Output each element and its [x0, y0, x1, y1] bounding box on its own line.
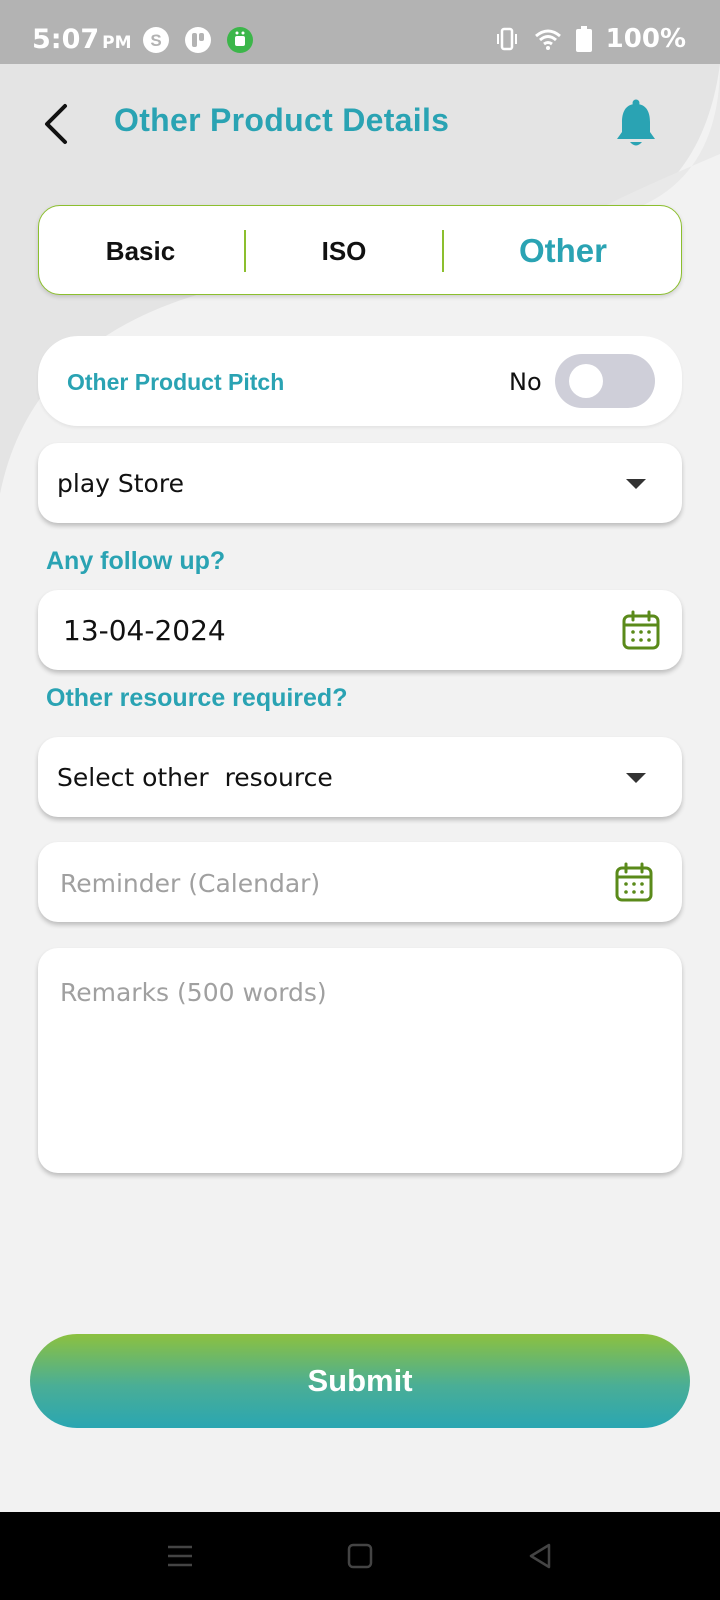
chevron-down-icon: [626, 773, 646, 783]
tab-other-label: Other: [518, 232, 607, 269]
battery-icon: [575, 26, 592, 52]
square-icon: [347, 1543, 373, 1569]
resource-label: Other resource required?: [46, 684, 348, 712]
resource-dropdown-value: Select other resource: [57, 763, 333, 792]
header: Other Product Details: [0, 64, 720, 184]
calendar-icon[interactable]: [615, 862, 653, 902]
remarks-textarea[interactable]: Remarks (500 words): [38, 948, 682, 1173]
submit-label: Submit: [307, 1363, 413, 1398]
chevron-down-icon: [626, 479, 646, 489]
chevron-left-icon: [45, 104, 67, 144]
product-dropdown-value: play Store: [57, 469, 184, 498]
menu-icon: [168, 1545, 192, 1567]
follow-up-date-value: 13-04-2024: [63, 614, 226, 647]
app-icon: [185, 27, 211, 53]
android-icon: [227, 27, 253, 53]
vibrate-icon: [496, 27, 517, 51]
reminder-field[interactable]: Reminder (Calendar): [38, 842, 682, 922]
tab-basic[interactable]: Basic: [39, 206, 242, 296]
back-nav-button[interactable]: [520, 1536, 560, 1576]
tab-other[interactable]: Other: [444, 206, 682, 296]
product-dropdown[interactable]: play Store: [38, 443, 682, 523]
system-nav-bar: [0, 1512, 720, 1600]
calendar-icon[interactable]: [622, 610, 660, 650]
pitch-value: No: [509, 368, 542, 396]
bell-icon[interactable]: [612, 98, 660, 150]
triangle-back-icon: [529, 1543, 551, 1569]
battery-percent: 100%: [605, 24, 686, 54]
reminder-placeholder: Reminder (Calendar): [60, 869, 321, 898]
status-right: 100%: [494, 24, 686, 54]
page-title: Other Product Details: [114, 102, 450, 138]
menu-nav-button[interactable]: [160, 1536, 200, 1576]
toggle-knob: [569, 364, 603, 398]
tab-iso-label: ISO: [321, 235, 367, 266]
skype-icon: S: [143, 27, 169, 53]
tab-basic-label: Basic: [105, 235, 176, 266]
follow-up-label: Any follow up?: [46, 547, 226, 575]
pitch-card: Other Product Pitch No: [38, 336, 682, 426]
status-time: 5:07 PM: [32, 24, 132, 55]
status-bar: 5:07 PM S 100%: [0, 0, 720, 64]
home-nav-button[interactable]: [340, 1536, 380, 1576]
follow-up-date-field[interactable]: 13-04-2024: [38, 590, 682, 670]
tab-iso[interactable]: ISO: [246, 206, 442, 296]
remarks-placeholder: Remarks (500 words): [60, 978, 327, 1007]
submit-button[interactable]: Submit: [30, 1334, 690, 1428]
pitch-label: Other Product Pitch: [67, 369, 285, 395]
resource-dropdown[interactable]: Select other resource: [38, 737, 682, 817]
pitch-toggle[interactable]: [555, 354, 655, 408]
back-button[interactable]: [34, 94, 78, 154]
wifi-icon: [534, 29, 561, 50]
svg-text:S: S: [150, 31, 161, 50]
tab-bar: Basic ISO Other: [38, 205, 682, 295]
